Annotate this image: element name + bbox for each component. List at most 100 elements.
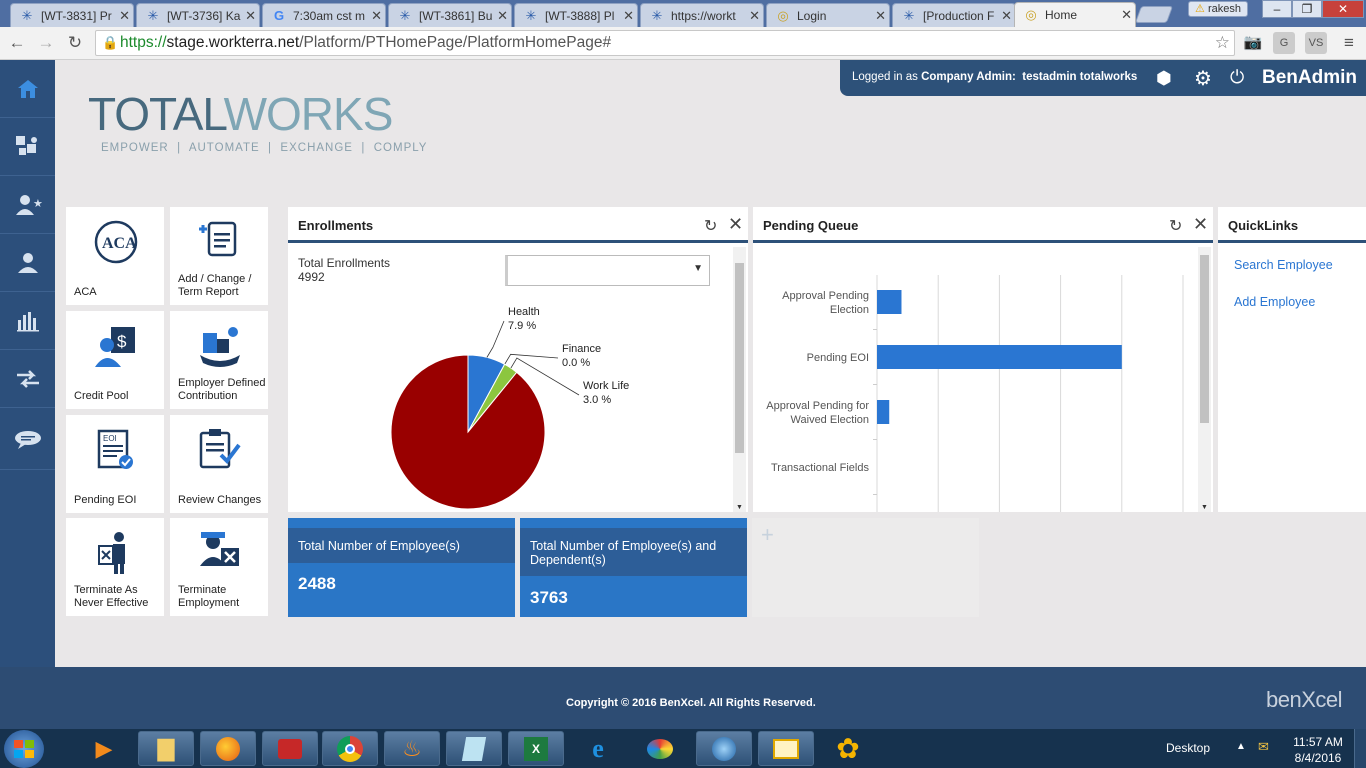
browser-tab[interactable]: ✳ [WT-3736] Ka ✕	[136, 3, 260, 27]
browser-tab[interactable]: ◎ Login ✕	[766, 3, 890, 27]
taskbar-outlook[interactable]	[758, 731, 814, 766]
taskbar-app-globe[interactable]	[696, 731, 752, 766]
vs-extension-icon[interactable]: VS	[1305, 32, 1327, 54]
taskbar-chrome[interactable]	[322, 731, 378, 766]
tab-label: [Production F	[923, 9, 995, 23]
taskbar-explorer[interactable]: ▇	[138, 731, 194, 766]
clock-time: 11:57 AM	[1293, 735, 1343, 749]
taskbar-remote[interactable]	[262, 731, 318, 766]
scroll-down-arrow-icon[interactable]: ▼	[736, 504, 743, 511]
enrollment-pie-chart: Health 7.9 % Finance 0.0 % Work Life 3.0 %	[390, 306, 629, 510]
close-window-button[interactable]: ✕	[1322, 0, 1364, 18]
add-widget-area: +	[752, 518, 979, 617]
glass-icon	[461, 736, 487, 761]
profile-badge[interactable]: ⚠ rakesh	[1188, 1, 1248, 17]
tile-terminate-as-never-effective[interactable]: Terminate As Never Effective	[66, 518, 164, 616]
g-extension-icon[interactable]: G	[1273, 32, 1295, 54]
close-tab-icon[interactable]: ✕	[623, 8, 634, 24]
refresh-icon[interactable]: ↻	[704, 216, 717, 236]
tile-terminate-employment[interactable]: Terminate Employment	[170, 518, 268, 616]
tray-arrow-icon[interactable]: ▲	[1236, 741, 1246, 752]
browser-tab[interactable]: ✳ [WT-3861] Bu ✕	[388, 3, 512, 27]
enrollment-filter-dropdown[interactable]: ▼	[505, 255, 710, 286]
new-tab-button[interactable]	[1134, 6, 1174, 23]
taskbar-ie[interactable]: e	[570, 731, 626, 766]
close-icon[interactable]: ✕	[728, 214, 743, 235]
pending-queue-scrollbar[interactable]: ▼	[1198, 247, 1211, 512]
back-icon[interactable]: ←	[6, 32, 28, 54]
tile-credit-pool[interactable]: $ Credit Pool	[66, 311, 164, 409]
nav-reports[interactable]	[0, 292, 55, 350]
taskbar-flower-app[interactable]: ✿	[820, 731, 876, 766]
credit-pool-icon: $	[95, 327, 135, 367]
total-enrollments-label: Total Enrollments	[298, 256, 391, 270]
minimize-button[interactable]: –	[1262, 0, 1292, 18]
close-tab-icon[interactable]: ✕	[1001, 8, 1012, 24]
svg-text:EOI: EOI	[103, 434, 117, 443]
jira-icon: ✳	[525, 8, 537, 23]
nav-user[interactable]	[0, 234, 55, 292]
close-tab-icon[interactable]: ✕	[497, 8, 508, 24]
nav-modules[interactable]	[0, 118, 55, 176]
forward-icon[interactable]: →	[35, 32, 57, 54]
nav-home[interactable]	[0, 60, 55, 118]
kpi-total-employees[interactable]: Total Number of Employee(s) 2488	[288, 518, 515, 617]
browser-tab[interactable]: ✳ https://workt ✕	[640, 3, 764, 27]
taskbar-app-orange[interactable]: ♨	[384, 731, 440, 766]
show-desktop-button[interactable]	[1354, 729, 1366, 768]
windows-start-button[interactable]	[4, 730, 44, 768]
tab-label: Home	[1045, 8, 1078, 22]
browser-tab[interactable]: ✳ [WT-3831] Pr ✕	[10, 3, 134, 27]
browser-tab[interactable]: G 7:30am cst m ✕	[262, 3, 386, 27]
quicklink-search-employee[interactable]: Search Employee	[1234, 258, 1333, 272]
close-icon[interactable]: ✕	[1193, 214, 1208, 235]
nav-user-star[interactable]: ★	[0, 176, 55, 234]
gear-icon[interactable]: ⚙	[1194, 66, 1212, 91]
enrollments-scrollbar[interactable]: ▼	[733, 247, 746, 512]
maximize-button[interactable]: ❐	[1292, 0, 1322, 18]
tray-mail-icon[interactable]: ✉	[1258, 739, 1269, 755]
close-tab-icon[interactable]: ✕	[371, 8, 382, 24]
kpi-total-employees-and-dependents[interactable]: Total Number of Employee(s) and Dependen…	[520, 518, 747, 617]
close-tab-icon[interactable]: ✕	[245, 8, 256, 24]
quicklink-add-employee[interactable]: Add Employee	[1234, 295, 1315, 309]
camera-extension-icon[interactable]: 📷	[1242, 32, 1264, 54]
browser-tab[interactable]: ✳ [Production F ✕	[892, 3, 1016, 27]
taskbar-app-glass[interactable]	[446, 731, 502, 766]
nav-messages[interactable]	[0, 408, 55, 470]
browser-tab[interactable]: ✳ [WT-3888] Pl ✕	[514, 3, 638, 27]
menu-icon[interactable]: ≡	[1338, 32, 1360, 54]
close-tab-icon[interactable]: ✕	[119, 8, 130, 24]
tab-label: [WT-3831] Pr	[41, 9, 112, 23]
taskbar-excel[interactable]: X	[508, 731, 564, 766]
desktop-toolbar-label[interactable]: Desktop	[1166, 741, 1210, 755]
browser-tab-active[interactable]: ◎ Home ✕	[1014, 2, 1136, 27]
refresh-icon[interactable]: ↻	[1169, 216, 1182, 236]
browser-tab-strip: ✳ [WT-3831] Pr ✕ ✳ [WT-3736] Ka ✕ G 7:30am cs…	[0, 0, 1366, 27]
bookmark-star-icon[interactable]: ☆	[1215, 31, 1230, 55]
tile-add-change-term-report[interactable]: Add / Change / Term Report	[170, 207, 268, 305]
close-tab-icon[interactable]: ✕	[749, 8, 760, 24]
close-tab-icon[interactable]: ✕	[875, 8, 886, 24]
reload-icon[interactable]: ↻	[64, 32, 86, 54]
taskbar-media-player[interactable]: ▶	[76, 731, 132, 766]
tile-employer-defined-contribution[interactable]: Employer Defined Contribution	[170, 311, 268, 409]
puzzle-icon	[15, 135, 37, 155]
address-bar[interactable]: 🔒 https://stage.workterra.net/Platform/P…	[95, 30, 1235, 56]
aca-icon: ACA	[94, 220, 138, 264]
tile-label: Pending EOI	[74, 494, 137, 506]
tile-review-changes[interactable]: Review Changes	[170, 415, 268, 513]
close-tab-icon[interactable]: ✕	[1121, 7, 1132, 23]
tile-aca[interactable]: ACA ACA	[66, 207, 164, 305]
benxcel-logo: benXcel	[1266, 687, 1343, 712]
clock[interactable]: 11:57 AM 8/4/2016	[1288, 734, 1348, 766]
tile-pending-eoi[interactable]: EOI Pending EOI	[66, 415, 164, 513]
nav-transfer[interactable]	[0, 350, 55, 408]
box-icon[interactable]: ⬢	[1156, 68, 1172, 89]
taskbar-paint[interactable]	[632, 731, 688, 766]
lock-icon: 🔒	[102, 35, 119, 50]
add-widget-plus-icon[interactable]: +	[761, 522, 774, 548]
scroll-down-arrow-icon[interactable]: ▼	[1201, 504, 1208, 511]
power-icon[interactable]: ⏻	[1230, 67, 1244, 88]
taskbar-firefox[interactable]	[200, 731, 256, 766]
